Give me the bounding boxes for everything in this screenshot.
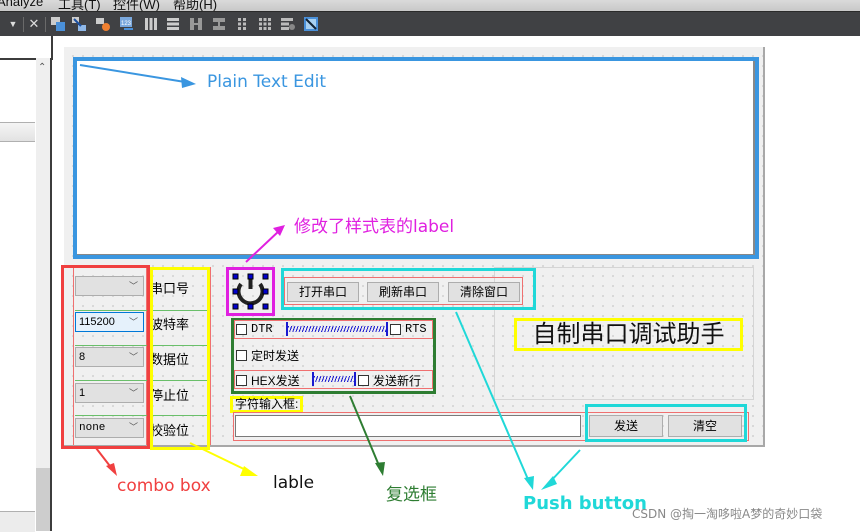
combo-box-arrow [95, 447, 117, 476]
push-button-note: Push button [523, 493, 647, 514]
combo-box-note: combo box [117, 476, 211, 496]
plain-text-arrow [79, 64, 196, 88]
watermark: CSDN @掏一淘哆啦A梦的奇妙口袋 [632, 507, 823, 521]
push-button-arrow-1 [455, 311, 534, 490]
push-button-arrow-2 [541, 449, 581, 490]
label-note: lable [273, 473, 315, 493]
styled-label-arrow [245, 225, 285, 263]
plain-text-edit-note: Plain Text Edit [207, 72, 326, 92]
styled-label-note: 修改了样式表的label [294, 217, 455, 237]
annotation-arrows [79, 64, 581, 490]
checkbox-note: 复选框 [386, 485, 437, 505]
label-arrow [189, 442, 258, 476]
checkbox-arrow [349, 395, 385, 476]
